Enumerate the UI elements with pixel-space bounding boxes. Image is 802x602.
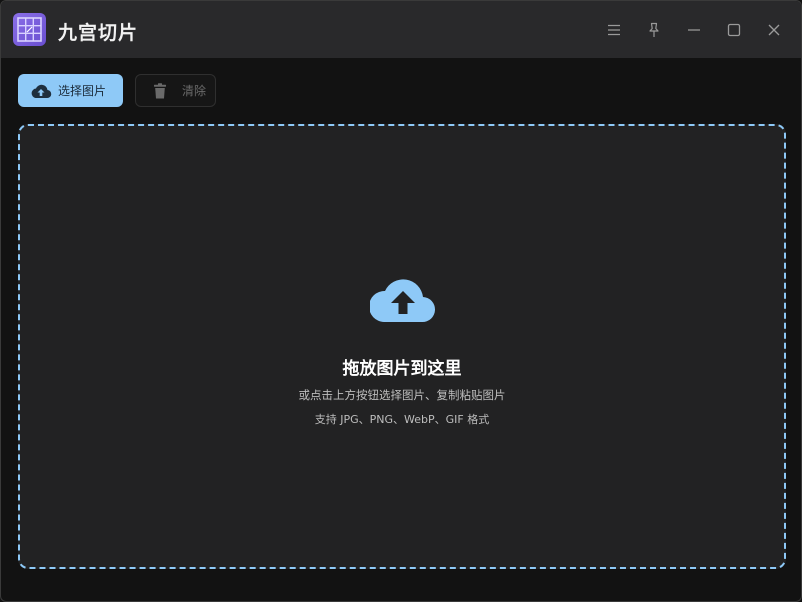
drop-zone[interactable]: 拖放图片到这里 或点击上方按钮选择图片、复制粘贴图片 支持 JPG、PNG、We…: [18, 124, 786, 569]
drop-hint: 或点击上方按钮选择图片、复制粘贴图片: [298, 388, 506, 402]
maximize-button[interactable]: [722, 18, 746, 42]
minimize-icon: [688, 29, 700, 31]
clear-button[interactable]: 清除: [135, 74, 216, 107]
minimize-button[interactable]: [682, 18, 706, 42]
maximize-icon: [727, 23, 741, 37]
grid-slice-icon: [13, 13, 46, 46]
cloud-upload-icon: [29, 79, 53, 103]
menu-icon: [608, 24, 620, 36]
menu-button[interactable]: [602, 18, 626, 42]
pin-button[interactable]: [642, 18, 666, 42]
title-bar[interactable]: 九宫切片: [1, 1, 801, 58]
select-image-label: 选择图片: [58, 84, 107, 98]
cloud-upload-icon: [370, 279, 435, 323]
close-icon: [768, 24, 780, 36]
drop-title: 拖放图片到这里: [342, 359, 462, 379]
select-image-button[interactable]: 选择图片: [18, 74, 123, 107]
trash-icon: [148, 79, 172, 103]
pin-icon: [649, 22, 659, 37]
app-title: 九宫切片: [58, 22, 139, 44]
clear-label: 清除: [182, 84, 207, 98]
app-window: 九宫切片 选择图片 清除 拖放图片到这里 或点击上方按钮选择图片、复制粘贴图片 …: [0, 0, 802, 602]
supported-formats: 支持 JPG、PNG、WebP、GIF 格式: [314, 413, 490, 426]
close-button[interactable]: [762, 18, 786, 42]
